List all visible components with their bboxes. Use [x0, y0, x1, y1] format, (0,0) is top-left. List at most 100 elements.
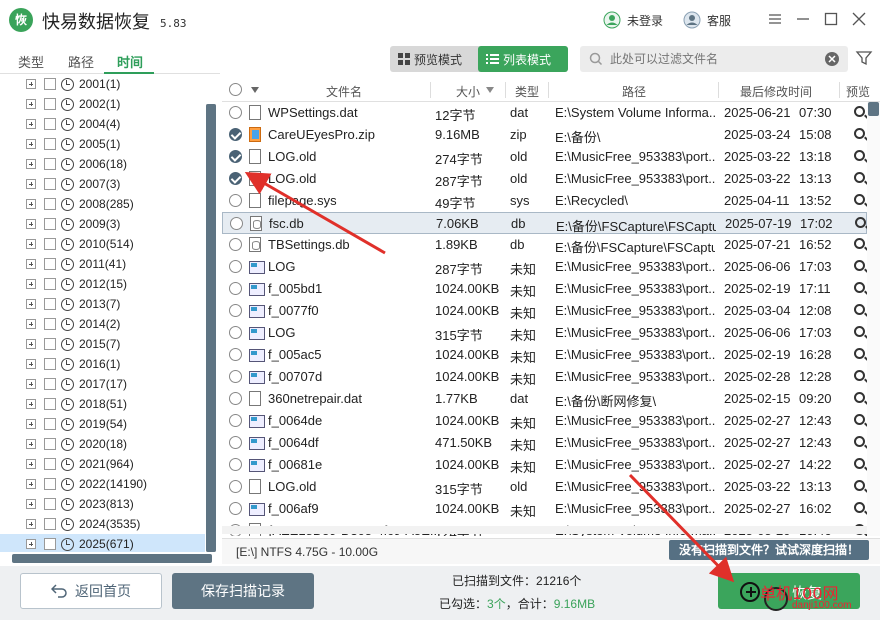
expand-icon[interactable] [26, 79, 36, 89]
tree-item[interactable]: 2017(17) [0, 374, 205, 394]
clear-filter-icon[interactable] [824, 51, 840, 67]
expand-icon[interactable] [26, 499, 36, 509]
tab-type[interactable]: 类型 [18, 52, 44, 71]
preview-magnifier-icon[interactable] [854, 128, 865, 139]
expand-icon[interactable] [26, 139, 36, 149]
row-checkbox[interactable] [229, 414, 242, 427]
tree-checkbox[interactable] [44, 158, 56, 170]
table-horizontal-scrollbar[interactable] [222, 526, 867, 534]
tree-checkbox[interactable] [44, 178, 56, 190]
preview-magnifier-icon[interactable] [854, 348, 865, 359]
tree-item[interactable]: 2013(7) [0, 294, 205, 314]
expand-icon[interactable] [26, 339, 36, 349]
table-row[interactable]: WPSettings.dat 12字节 dat E:\System Volume In… [222, 102, 867, 124]
tree-checkbox[interactable] [44, 318, 56, 330]
expand-icon[interactable] [26, 359, 36, 369]
row-checkbox[interactable] [229, 348, 242, 361]
tree-checkbox[interactable] [44, 98, 56, 110]
tree-item[interactable]: 2008(285) [0, 194, 205, 214]
preview-magnifier-icon[interactable] [854, 304, 865, 315]
list-mode-button[interactable]: 列表模式 [478, 46, 568, 72]
tree-item[interactable]: 2012(15) [0, 274, 205, 294]
column-type[interactable]: 类型 [515, 83, 539, 100]
preview-magnifier-icon[interactable] [855, 217, 866, 228]
preview-magnifier-icon[interactable] [854, 194, 865, 205]
row-checkbox[interactable] [229, 392, 242, 405]
row-checkbox[interactable] [229, 260, 242, 273]
tree-checkbox[interactable] [44, 238, 56, 250]
tree-item[interactable]: 2004(4) [0, 114, 205, 134]
select-all-checkbox[interactable] [229, 83, 242, 96]
row-checkbox[interactable] [229, 326, 242, 339]
table-row[interactable]: f_005bd1 1024.00KB 未知 E:\MusicFree_953383\p… [222, 278, 867, 300]
row-checkbox[interactable] [229, 238, 242, 251]
tree-item[interactable]: 2010(514) [0, 234, 205, 254]
tree-checkbox[interactable] [44, 118, 56, 130]
tree-item[interactable]: 2020(18) [0, 434, 205, 454]
expand-icon[interactable] [26, 119, 36, 129]
table-row[interactable]: LOG.old 287字节 old E:\MusicFree_953383\port.… [222, 168, 867, 190]
filter-input[interactable] [610, 50, 810, 68]
tab-time[interactable]: 时间 [117, 52, 143, 71]
tree-checkbox[interactable] [44, 498, 56, 510]
tree-item[interactable]: 2014(2) [0, 314, 205, 334]
row-checkbox[interactable] [229, 458, 242, 471]
tree-checkbox[interactable] [44, 398, 56, 410]
tree-item[interactable]: 2022(14190) [0, 474, 205, 494]
column-size[interactable]: 大小 [456, 83, 480, 100]
expand-icon[interactable] [26, 219, 36, 229]
minimize-icon[interactable] [794, 10, 812, 28]
expand-icon[interactable] [26, 299, 36, 309]
row-checkbox[interactable] [229, 436, 242, 449]
table-row[interactable]: filepage.sys 49字节 sys E:\Recycled\ 2025-04-1… [222, 190, 867, 212]
column-path[interactable]: 路径 [622, 83, 646, 100]
row-checkbox[interactable] [229, 172, 242, 185]
tree-item[interactable]: 2005(1) [0, 134, 205, 154]
row-checkbox[interactable] [229, 194, 242, 207]
table-row[interactable]: 360netrepair.dat 1.77KB dat E:\备份\断网修复\ 2025… [222, 388, 867, 410]
table-row[interactable]: CareUEyesPro.zip 9.16MB zip E:\备份\ 2025-03-2… [222, 124, 867, 146]
tree-checkbox[interactable] [44, 518, 56, 530]
tree-item[interactable]: 2007(3) [0, 174, 205, 194]
tree-checkbox[interactable] [44, 278, 56, 290]
tree-item[interactable]: 2001(1) [0, 74, 205, 94]
expand-icon[interactable] [26, 479, 36, 489]
tree-item[interactable]: 2025(671) [0, 534, 205, 552]
preview-magnifier-icon[interactable] [854, 392, 865, 403]
tab-path[interactable]: 路径 [68, 52, 94, 71]
preview-magnifier-icon[interactable] [854, 150, 865, 161]
login-button[interactable]: 未登录 [603, 11, 663, 29]
table-row[interactable]: LOG 287字节 未知 E:\MusicFree_953383\port... 202… [222, 256, 867, 278]
table-row[interactable]: LOG 315字节 未知 E:\MusicFree_953383\port... 202… [222, 322, 867, 344]
expand-icon[interactable] [26, 239, 36, 249]
row-checkbox[interactable] [229, 150, 242, 163]
table-row[interactable]: f_0064de 1024.00KB 未知 E:\MusicFree_953383\p… [222, 410, 867, 432]
expand-icon[interactable] [26, 279, 36, 289]
tree-item[interactable]: 2016(1) [0, 354, 205, 374]
row-checkbox[interactable] [230, 217, 243, 230]
tree-item[interactable]: 2018(51) [0, 394, 205, 414]
expand-icon[interactable] [26, 379, 36, 389]
column-name[interactable]: 文件名 [326, 83, 362, 100]
row-checkbox[interactable] [229, 304, 242, 317]
expand-icon[interactable] [26, 419, 36, 429]
tree-checkbox[interactable] [44, 198, 56, 210]
tree-item[interactable]: 2009(3) [0, 214, 205, 234]
table-row[interactable]: LOG.old 274字节 old E:\MusicFree_953383\port.… [222, 146, 867, 168]
expand-icon[interactable] [26, 519, 36, 529]
row-checkbox[interactable] [229, 502, 242, 515]
preview-magnifier-icon[interactable] [854, 436, 865, 447]
preview-magnifier-icon[interactable] [854, 326, 865, 337]
tree-horizontal-scrollbar[interactable] [12, 554, 212, 563]
expand-icon[interactable] [26, 399, 36, 409]
back-home-button[interactable]: 返回首页 [20, 573, 162, 609]
save-scan-button[interactable]: 保存扫描记录 [172, 573, 314, 609]
table-scrollbar-thumb[interactable] [868, 102, 879, 116]
customer-service-button[interactable]: 客服 [683, 11, 731, 29]
tree-checkbox[interactable] [44, 458, 56, 470]
table-scrollbar[interactable] [867, 102, 880, 536]
preview-magnifier-icon[interactable] [854, 172, 865, 183]
funnel-icon[interactable] [855, 49, 873, 67]
tree-checkbox[interactable] [44, 138, 56, 150]
tree-checkbox[interactable] [44, 358, 56, 370]
